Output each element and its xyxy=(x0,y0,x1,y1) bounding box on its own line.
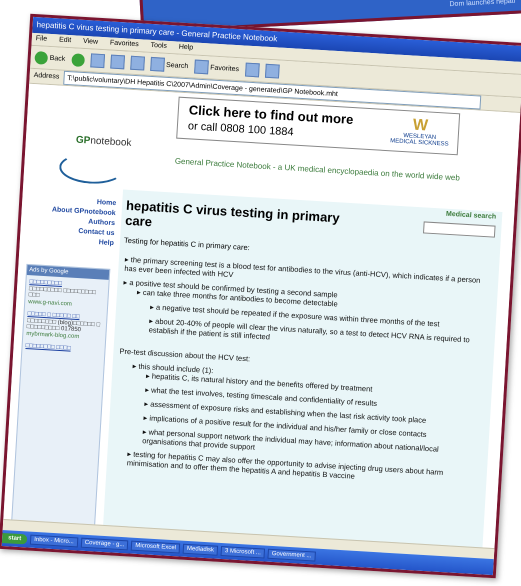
ad-link[interactable]: □□□□□□□□ □□□□ xyxy=(25,343,101,353)
intro-text: Testing for hepatitis C in primary care: xyxy=(123,235,251,253)
taskbar-item[interactable]: Government ... xyxy=(267,548,316,562)
back-button[interactable]: Back xyxy=(34,50,65,66)
gpnotebook-logo[interactable]: GPnotebook xyxy=(76,135,132,149)
mail-icon[interactable] xyxy=(264,63,280,79)
ads-header: Ads by Google xyxy=(26,264,110,280)
banner-phone: or call 0808 100 1884 xyxy=(187,120,294,139)
menu-edit[interactable]: Edit xyxy=(59,36,71,44)
favorites-button[interactable]: Favorites xyxy=(193,59,240,77)
menu-favorites[interactable]: Favorites xyxy=(110,39,139,48)
refresh-icon[interactable] xyxy=(109,54,125,70)
menu-tools[interactable]: Tools xyxy=(150,42,167,50)
article-body: ▸ the primary screening test is a blood … xyxy=(113,250,495,489)
site-tagline: General Practice Notebook - a UK medical… xyxy=(174,156,461,183)
left-nav: Home About GPnotebook Authors Contact us… xyxy=(24,194,117,249)
star-icon xyxy=(193,59,209,75)
w-logo-icon: W xyxy=(412,116,429,135)
medical-search-label: Medical search xyxy=(445,210,497,221)
taskbar-item[interactable]: Mediadisk xyxy=(182,543,219,556)
background-window-label: Dom launches hepati xyxy=(449,0,516,9)
google-ads: Ads by Google □□□□□□□□□ □□□□□□□□□ □□□□□□… xyxy=(10,263,111,531)
article-panel: Medical search hepatitis C virus testing… xyxy=(102,189,503,562)
taskbar-item[interactable]: Coverage - g... xyxy=(80,537,129,551)
page-content: Click here to find out more or call 0808… xyxy=(3,83,521,562)
stop-icon[interactable] xyxy=(89,53,105,69)
search-icon xyxy=(149,56,165,72)
search-button[interactable]: Search xyxy=(149,56,189,73)
menu-file[interactable]: File xyxy=(36,35,48,43)
menu-help[interactable]: Help xyxy=(179,44,194,52)
start-button[interactable]: start xyxy=(1,532,28,545)
taskbar-item[interactable]: 3 Microsoft ... xyxy=(220,545,266,559)
browser-window: hepatitis C virus testing in primary car… xyxy=(0,13,521,579)
forward-button[interactable] xyxy=(70,52,85,67)
taskbar-item[interactable]: Microsoft Excel xyxy=(131,540,181,554)
address-label: Address xyxy=(33,72,60,81)
back-arrow-icon xyxy=(34,50,49,65)
stethoscope-icon xyxy=(58,151,125,186)
menu-view[interactable]: View xyxy=(83,38,98,46)
wesleyan-logo: W WESLEYAN MEDICAL SICKNESS xyxy=(389,116,451,148)
taskbar-item[interactable]: Inbox - Micro... xyxy=(29,534,79,548)
history-icon[interactable] xyxy=(244,62,260,78)
medical-search-input[interactable] xyxy=(422,221,496,238)
page-title: hepatitis C virus testing in primary car… xyxy=(124,197,341,230)
home-icon[interactable] xyxy=(129,55,145,71)
